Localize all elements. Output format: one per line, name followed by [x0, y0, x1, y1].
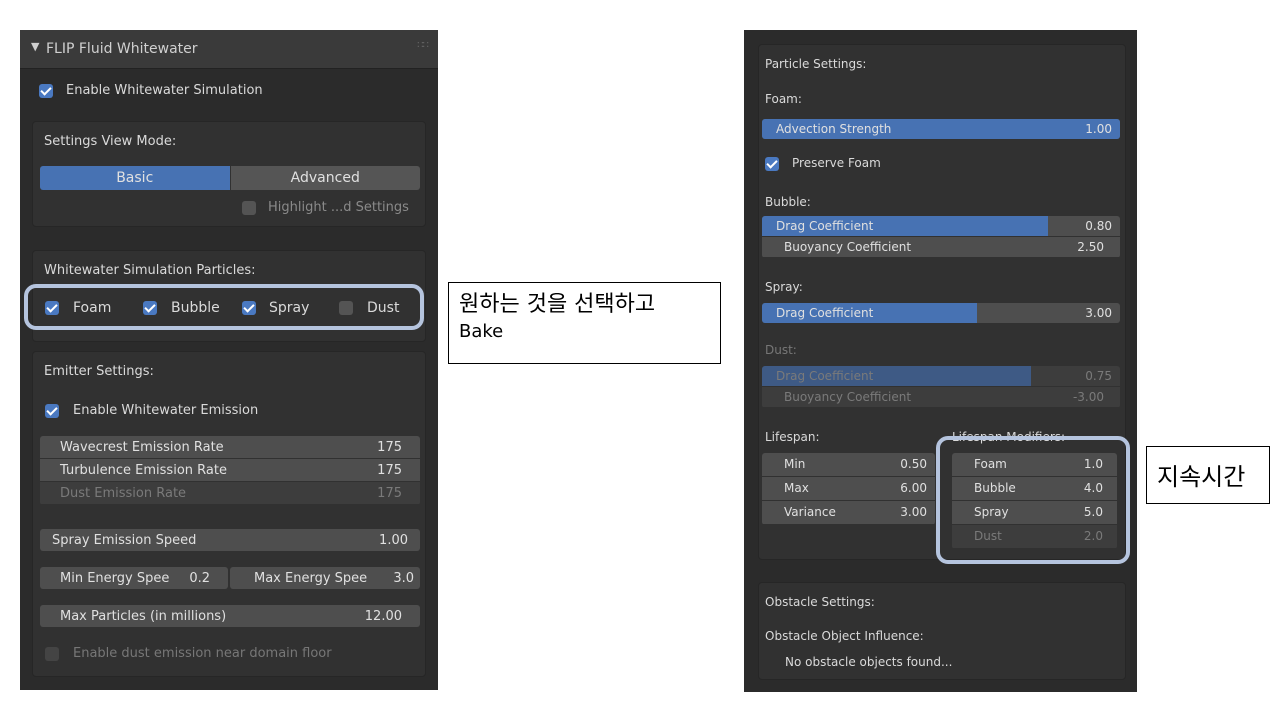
bake-annotation-line2: Bake: [459, 321, 504, 342]
turbulence-emission-rate-field[interactable]: Turbulence Emission Rate 175: [40, 459, 420, 481]
min-energy-value: 0.2: [189, 571, 210, 586]
panel-header[interactable]: ▼ FLIP Fluid Whitewater ∷∷: [20, 30, 438, 69]
bubble-buoyancy-value: 2.50: [1077, 240, 1104, 254]
bubble-drag-value: 0.80: [1085, 219, 1112, 233]
lifespan-max-value: 6.00: [900, 481, 927, 495]
dust-drag-label: Drag Coefficient: [776, 369, 874, 383]
emission-rates-group: Wavecrest Emission Rate 175 Turbulence E…: [40, 436, 420, 505]
dust-fields: Drag Coefficient 0.75 Buoyancy Coefficie…: [762, 366, 1120, 408]
preserve-foam-label: Preserve Foam: [792, 156, 881, 170]
max-energy-speed-field[interactable]: Max Energy Spee 3.0: [230, 567, 420, 589]
bake-annotation-line1: 원하는 것을 선택하고: [459, 292, 656, 317]
obstacle-settings-box: Obstacle Settings: Obstacle Object Influ…: [758, 582, 1126, 680]
lifespan-modifiers-highlight-outline: [936, 436, 1130, 564]
min-energy-speed-field[interactable]: Min Energy Spee 0.2: [40, 567, 228, 589]
highlight-settings-checkbox[interactable]: [242, 201, 256, 215]
bubble-drag-label: Drag Coefficient: [776, 219, 874, 233]
turbulence-label: Turbulence Emission Rate: [60, 463, 227, 478]
dust-emission-rate-field[interactable]: Dust Emission Rate 175: [40, 482, 420, 504]
lifespan-fields: Min 0.50 Max 6.00 Variance 3.00: [762, 453, 935, 525]
view-mode-toggle: Basic Advanced: [40, 166, 420, 190]
panel-title: FLIP Fluid Whitewater: [46, 41, 198, 57]
view-mode-title: Settings View Mode:: [44, 134, 177, 149]
obstacle-settings-title: Obstacle Settings:: [765, 595, 875, 609]
enable-emission-checkbox[interactable]: [45, 404, 59, 418]
spray-emission-speed-field[interactable]: Spray Emission Speed 1.00: [40, 529, 420, 551]
foam-section-title: Foam:: [765, 92, 802, 106]
advanced-mode-button[interactable]: Advanced: [230, 166, 420, 190]
whitewater-panel: ▼ FLIP Fluid Whitewater ∷∷ Enable Whitew…: [20, 30, 438, 690]
particles-highlight-outline: [24, 284, 424, 330]
lifespan-min-value: 0.50: [900, 457, 927, 471]
particles-title: Whitewater Simulation Particles:: [44, 263, 256, 278]
max-particles-field[interactable]: Max Particles (in millions) 12.00: [40, 605, 420, 627]
max-energy-value: 3.0: [393, 571, 414, 586]
particle-settings-title: Particle Settings:: [765, 57, 867, 71]
spray-speed-value: 1.00: [379, 533, 408, 548]
dust-drag-value: 0.75: [1085, 369, 1112, 383]
lifespan-min-label: Min: [784, 457, 806, 471]
drag-handle-icon[interactable]: ∷∷: [417, 40, 429, 51]
obstacle-influence-label: Obstacle Object Influence:: [765, 629, 924, 643]
bubble-buoyancy-label: Buoyancy Coefficient: [784, 240, 912, 254]
dust-floor-label: Enable dust emission near domain floor: [73, 646, 332, 661]
max-particles-value: 12.00: [364, 609, 402, 624]
max-particles-label: Max Particles (in millions): [60, 609, 227, 624]
view-mode-box: Settings View Mode: Basic Advanced Highl…: [32, 121, 426, 227]
particle-settings-panel: Particle Settings: Foam: Advection Stren…: [744, 30, 1137, 692]
basic-mode-button[interactable]: Basic: [40, 166, 230, 190]
lifespan-annotation: 지속시간: [1146, 446, 1270, 504]
wavecrest-emission-rate-field[interactable]: Wavecrest Emission Rate 175: [40, 436, 420, 458]
bake-annotation: 원하는 것을 선택하고 Bake: [448, 282, 721, 364]
min-energy-label: Min Energy Spee: [60, 571, 170, 586]
bubble-fields: Drag Coefficient 0.80 Buoyancy Coefficie…: [762, 216, 1120, 258]
spray-drag-label: Drag Coefficient: [776, 306, 874, 320]
max-energy-label: Max Energy Spee: [254, 571, 368, 586]
wavecrest-label: Wavecrest Emission Rate: [60, 440, 224, 455]
highlight-settings-label: Highlight ...d Settings: [268, 200, 409, 215]
lifespan-variance-field[interactable]: Variance 3.00: [762, 501, 935, 524]
emitter-settings-box: Emitter Settings: Enable Whitewater Emis…: [32, 351, 426, 677]
bubble-drag-slider[interactable]: Drag Coefficient 0.80: [762, 216, 1120, 236]
spray-speed-label: Spray Emission Speed: [52, 533, 197, 548]
preserve-foam-checkbox[interactable]: [765, 157, 779, 171]
lifespan-annotation-text: 지속시간: [1157, 463, 1246, 491]
dust-rate-value: 175: [377, 486, 402, 501]
turbulence-value: 175: [377, 463, 402, 478]
advection-strength-label: Advection Strength: [776, 122, 892, 136]
enable-whitewater-label: Enable Whitewater Simulation: [66, 83, 263, 98]
dust-section-title: Dust:: [765, 343, 797, 357]
dust-buoyancy-label: Buoyancy Coefficient: [784, 390, 912, 404]
lifespan-max-label: Max: [784, 481, 809, 495]
bubble-section-title: Bubble:: [765, 195, 811, 209]
collapse-triangle-icon[interactable]: ▼: [31, 40, 39, 53]
dust-buoyancy-value: -3.00: [1072, 390, 1104, 404]
enable-emission-label: Enable Whitewater Emission: [73, 403, 259, 418]
dust-drag-slider[interactable]: Drag Coefficient 0.75: [762, 366, 1120, 386]
lifespan-min-field[interactable]: Min 0.50: [762, 453, 935, 476]
dust-buoyancy-field[interactable]: Buoyancy Coefficient -3.00: [762, 387, 1120, 407]
wavecrest-value: 175: [377, 440, 402, 455]
advection-strength-slider[interactable]: Advection Strength 1.00: [762, 119, 1120, 139]
bubble-buoyancy-field[interactable]: Buoyancy Coefficient 2.50: [762, 237, 1120, 257]
no-obstacles-text: No obstacle objects found...: [785, 655, 953, 669]
spray-drag-value: 3.00: [1085, 306, 1112, 320]
enable-whitewater-checkbox[interactable]: [39, 84, 53, 98]
advection-strength-value: 1.00: [1085, 122, 1112, 136]
spray-section-title: Spray:: [765, 280, 803, 294]
lifespan-max-field[interactable]: Max 6.00: [762, 477, 935, 500]
dust-floor-checkbox[interactable]: [45, 647, 59, 661]
lifespan-variance-label: Variance: [784, 505, 836, 519]
emitter-settings-title: Emitter Settings:: [44, 364, 154, 379]
lifespan-variance-value: 3.00: [900, 505, 927, 519]
dust-rate-label: Dust Emission Rate: [60, 486, 187, 501]
spray-drag-slider[interactable]: Drag Coefficient 3.00: [762, 303, 1120, 323]
lifespan-title: Lifespan:: [765, 430, 820, 444]
